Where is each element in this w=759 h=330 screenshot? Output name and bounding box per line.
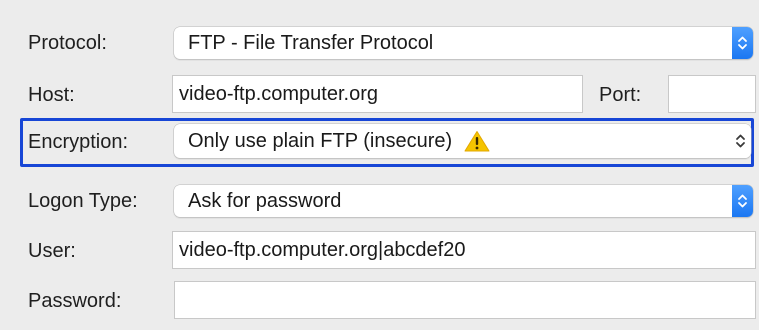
user-label: User: xyxy=(28,240,76,262)
logon-type-select[interactable]: Ask for password xyxy=(174,185,753,217)
user-input[interactable]: video-ftp.computer.org|abcdef20 xyxy=(172,231,756,269)
chevron-updown-icon xyxy=(732,185,753,217)
password-input[interactable] xyxy=(174,281,756,319)
warning-icon xyxy=(464,130,490,152)
host-value: video-ftp.computer.org xyxy=(179,82,378,105)
port-label: Port: xyxy=(599,84,642,106)
user-value: video-ftp.computer.org|abcdef20 xyxy=(179,238,466,261)
protocol-label: Protocol: xyxy=(28,32,107,54)
host-label: Host: xyxy=(28,84,75,106)
encryption-select[interactable]: Only use plain FTP (insecure) xyxy=(174,124,751,158)
logon-type-label: Logon Type: xyxy=(28,190,138,212)
protocol-select[interactable]: FTP - File Transfer Protocol xyxy=(174,27,753,59)
logon-type-value: Ask for password xyxy=(188,189,342,212)
host-input[interactable]: video-ftp.computer.org xyxy=(172,75,583,113)
encryption-value: Only use plain FTP (insecure) xyxy=(188,129,453,152)
chevron-updown-icon xyxy=(730,124,751,158)
password-label: Password: xyxy=(28,290,122,312)
port-input[interactable] xyxy=(668,75,756,113)
protocol-value: FTP - File Transfer Protocol xyxy=(188,31,434,54)
encryption-label: Encryption: xyxy=(28,131,129,153)
chevron-updown-icon xyxy=(732,27,753,59)
